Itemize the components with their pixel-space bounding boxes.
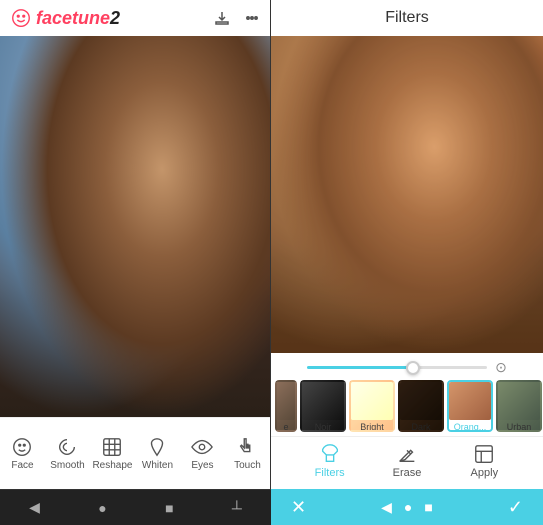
bottom-left-nav: ◀ ● ■ ┴ xyxy=(0,489,271,525)
right-photo xyxy=(271,36,543,353)
download-icon[interactable] xyxy=(214,10,230,26)
left-header: facetune2 xyxy=(0,0,270,36)
filter-intensity-slider[interactable] xyxy=(307,366,487,369)
tool-eyes[interactable]: Eyes xyxy=(182,436,222,471)
erase-action-label: Erase xyxy=(393,467,422,479)
tool-face-label: Face xyxy=(11,460,33,471)
smooth-icon xyxy=(56,436,78,458)
tool-whiten[interactable]: Whiten xyxy=(137,436,177,471)
filter-thumb-bright[interactable]: Bright xyxy=(349,380,395,432)
reset-icon[interactable]: ⊙ xyxy=(495,359,507,376)
left-photo xyxy=(0,36,270,417)
filter-label-bright: Bright xyxy=(351,422,393,432)
logo: facetune2 xyxy=(10,7,120,29)
filter-thumb-urban[interactable]: Urban xyxy=(496,380,542,432)
tool-smooth-label: Smooth xyxy=(50,460,84,471)
erase-icon xyxy=(396,443,418,465)
square-nav-icon[interactable]: ■ xyxy=(165,500,173,516)
apply-icon xyxy=(473,443,495,465)
filter-thumbnails: e Noir Bright Dark Orang... xyxy=(271,380,543,436)
filters-action-label: Filters xyxy=(315,467,345,479)
header-actions xyxy=(214,10,260,26)
tool-whiten-label: Whiten xyxy=(142,460,173,471)
menu-nav-icon[interactable]: ┴ xyxy=(232,500,242,516)
filter-thumb-orange[interactable]: Orang... xyxy=(447,380,493,432)
eyes-icon xyxy=(191,436,213,458)
filter-actions: Filters Erase Apply xyxy=(271,436,543,485)
filter-label-orange: Orang... xyxy=(449,422,491,432)
back-right-icon[interactable]: ◀ xyxy=(381,499,392,516)
filters-title: Filters xyxy=(385,9,429,27)
left-panel: facetune2 xyxy=(0,0,271,489)
logo-text: facetune2 xyxy=(36,8,120,29)
filter-label-noir: Noir xyxy=(302,422,344,432)
face-logo-icon xyxy=(10,7,32,29)
filter-label-urban: Urban xyxy=(498,422,540,432)
square-right-icon[interactable]: ■ xyxy=(424,499,432,516)
touch-icon xyxy=(236,436,258,458)
whiten-icon xyxy=(146,436,168,458)
confirm-button[interactable]: ✓ xyxy=(508,497,523,518)
bottom-bar: ◀ ● ■ ┴ ✕ ◀ ● ■ ✓ xyxy=(0,489,543,525)
face-icon xyxy=(11,436,33,458)
slider-thumb[interactable] xyxy=(406,361,420,375)
tool-face[interactable]: Face xyxy=(2,436,42,471)
tool-smooth[interactable]: Smooth xyxy=(47,436,87,471)
reshape-icon xyxy=(101,436,123,458)
filters-icon xyxy=(319,443,341,465)
filter-thumb-partial[interactable]: e xyxy=(275,380,297,432)
filter-thumb-dark[interactable]: Dark xyxy=(398,380,444,432)
action-erase[interactable]: Erase xyxy=(379,443,434,479)
cancel-button[interactable]: ✕ xyxy=(291,497,306,518)
tool-touch[interactable]: Touch xyxy=(227,436,267,471)
filter-label-partial: e xyxy=(277,422,295,432)
filter-strip: ⊙ e Noir Bright Dark xyxy=(271,353,543,489)
action-filters[interactable]: Filters xyxy=(302,443,357,479)
right-panel: Filters ⊙ e xyxy=(271,0,543,489)
tool-touch-label: Touch xyxy=(234,460,261,471)
filter-slider-row: ⊙ xyxy=(271,359,543,380)
filter-label-dark: Dark xyxy=(400,422,442,432)
circle-right-icon[interactable]: ● xyxy=(404,499,412,516)
apply-action-label: Apply xyxy=(471,467,499,479)
more-icon[interactable] xyxy=(244,10,260,26)
bottom-right-nav: ✕ ◀ ● ■ ✓ xyxy=(271,489,543,525)
home-nav-icon[interactable]: ● xyxy=(98,500,106,516)
nav-dots: ◀ ● ■ xyxy=(381,499,433,516)
back-nav-icon[interactable]: ◀ xyxy=(29,499,40,516)
tool-reshape-label: Reshape xyxy=(92,460,132,471)
filter-thumb-noir[interactable]: Noir xyxy=(300,380,346,432)
left-toolbar: Face Smooth Reshape xyxy=(0,417,270,489)
tool-eyes-label: Eyes xyxy=(191,460,213,471)
action-apply[interactable]: Apply xyxy=(457,443,512,479)
right-header: Filters xyxy=(271,0,543,36)
tool-reshape[interactable]: Reshape xyxy=(92,436,132,471)
